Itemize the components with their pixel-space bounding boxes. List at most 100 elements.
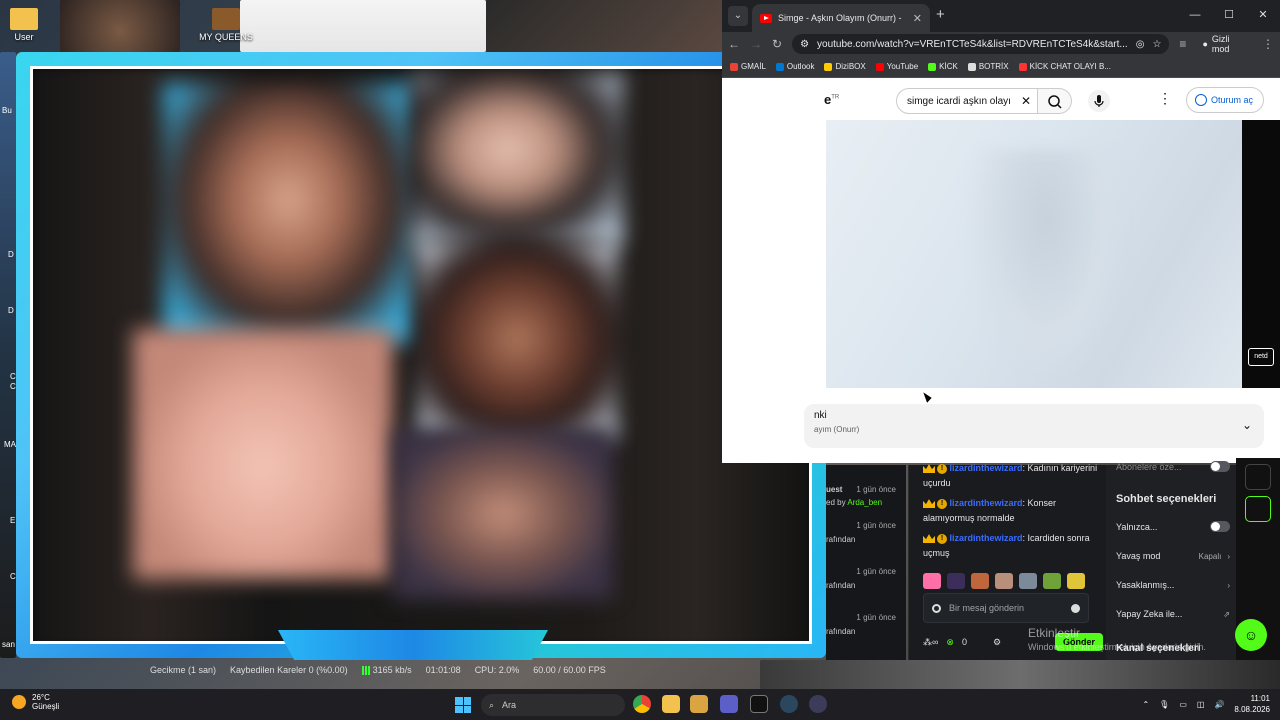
sign-in-button[interactable]: Oturum aç: [1186, 87, 1264, 113]
bookmark-item[interactable]: GMAİL: [730, 62, 766, 71]
bookmark-item[interactable]: KİCK CHAT OLAYI B...: [1018, 62, 1111, 71]
followers-toggle[interactable]: [1210, 521, 1230, 532]
bookmark-item[interactable]: YouTube: [875, 62, 919, 71]
menu-icon[interactable]: ⋮: [1262, 37, 1274, 51]
chevron-right-icon: ›: [1227, 580, 1230, 590]
coin-badge-icon: !: [937, 498, 947, 509]
star-icon[interactable]: ☆: [1152, 39, 1161, 50]
forward-button[interactable]: →: [750, 37, 762, 51]
desktop-icon-user[interactable]: User: [0, 8, 52, 42]
bookmark-item[interactable]: Outlook: [775, 62, 814, 71]
teams-icon[interactable]: [720, 695, 738, 713]
chevron-down-icon[interactable]: ⌄: [1242, 418, 1252, 432]
bookmark-item[interactable]: BOTRİX: [967, 62, 1009, 71]
desktop-fragment: D: [8, 306, 14, 315]
points-count: 0: [961, 637, 967, 647]
site-info-icon[interactable]: ⚙: [800, 39, 809, 50]
slow-mode-row[interactable]: Yavaş mod Kapalı ›: [1116, 551, 1230, 561]
help-chat-button[interactable]: ☺: [1235, 619, 1267, 651]
mic-icon[interactable]: 🎙: [1159, 700, 1169, 709]
search-button[interactable]: [1038, 88, 1072, 114]
volume-icon[interactable]: 🔊: [1214, 700, 1224, 709]
voice-search-button[interactable]: [1088, 90, 1110, 112]
reload-button[interactable]: ↻: [772, 37, 782, 51]
eye-off-icon[interactable]: ◎: [1136, 39, 1145, 50]
subscribers-toggle[interactable]: [1210, 461, 1230, 472]
bookmark-item[interactable]: KİCK: [928, 62, 958, 71]
emoji-icon[interactable]: [1071, 603, 1080, 613]
bookmark-favicon-icon: [775, 62, 784, 71]
epic-games-icon[interactable]: [750, 695, 768, 713]
emote-icon[interactable]: [947, 573, 965, 589]
desktop-icon-my-queens[interactable]: MY QUEENS: [198, 8, 254, 42]
more-options-icon[interactable]: ⋮: [1158, 90, 1172, 107]
search-input[interactable]: simge icardi aşkın olayı ✕: [896, 88, 1038, 114]
media-controls-icon[interactable]: ≡: [1179, 37, 1186, 51]
playlist-panel[interactable]: nki ayım (Onurr) ⌄: [804, 404, 1264, 448]
bookmark-item[interactable]: DiziBOX: [824, 62, 866, 71]
subscribers-only-row[interactable]: Abonelere öze...: [1116, 461, 1230, 472]
stream-overlay-frame: [16, 52, 826, 660]
desktop-photo-3: [486, 0, 722, 52]
emote-icon[interactable]: [971, 573, 989, 589]
emote-icon[interactable]: [995, 573, 1013, 589]
new-tab-button[interactable]: +: [936, 6, 945, 23]
video-player[interactable]: netd: [826, 120, 1280, 388]
taskbar-search[interactable]: ⌕ Ara: [481, 694, 625, 716]
emote-icon[interactable]: [1067, 573, 1085, 589]
close-icon[interactable]: ✕: [913, 12, 922, 25]
youtube-logo[interactable]: eTR: [824, 92, 839, 107]
tab-youtube[interactable]: Simge - Aşkın Olayım (Onurr) - ✕: [752, 4, 930, 32]
weather-widget[interactable]: 26°C Güneşli: [12, 693, 59, 711]
banned-words-row[interactable]: Yasaklanmış... ›: [1116, 580, 1230, 590]
clock[interactable]: 11:01 8.08.2026: [1234, 693, 1270, 715]
bookmarks-bar: GMAİL Outlook DiziBOX YouTube KİCK BOTRİX KİCK…: [722, 56, 1280, 78]
start-button[interactable]: [455, 697, 471, 713]
emote-icon[interactable]: [923, 573, 941, 589]
gear-icon[interactable]: ⚙: [993, 637, 1001, 648]
obs-time: 01:01:08: [425, 665, 461, 675]
chrome-icon[interactable]: [633, 695, 651, 713]
window-controls: — ☐ ✕: [1178, 0, 1280, 30]
tab-search-button[interactable]: ⌄: [728, 6, 748, 26]
desktop-icon-label: MY QUEENS: [199, 32, 253, 42]
file-explorer-icon[interactable]: [662, 695, 680, 713]
reply-icon: [932, 603, 941, 613]
bookmark-favicon-icon: [824, 62, 833, 71]
display-icon[interactable]: ▭: [1179, 700, 1187, 709]
wrench-icon[interactable]: [1245, 496, 1271, 522]
coin-badge-icon: !: [937, 463, 947, 474]
chevron-up-icon[interactable]: ⌃: [1142, 700, 1149, 709]
system-tray: ⌃ 🎙 ▭ ◫ 🔊 11:01 8.08.2026: [1142, 693, 1270, 715]
users-icon[interactable]: ⁂∞: [923, 637, 938, 648]
back-button[interactable]: ←: [728, 37, 740, 51]
address-bar[interactable]: ⚙ youtube.com/watch?v=VREnTCTeS4k&list=R…: [792, 34, 1170, 54]
bookmark-label: YouTube: [886, 62, 919, 71]
app-icon[interactable]: [690, 695, 708, 713]
chat-message: ! lizardinthewizard: Icardiden sonra uçm…: [923, 533, 1090, 558]
steam-icon[interactable]: [780, 695, 798, 713]
chat-rail-button[interactable]: [1245, 464, 1271, 490]
incognito-indicator[interactable]: ● Gizli mod: [1196, 34, 1252, 54]
desktop-icon-label: User: [14, 32, 34, 42]
bookmark-label: BOTRİX: [978, 62, 1009, 71]
close-window-button[interactable]: ✕: [1246, 0, 1280, 30]
clear-search-icon[interactable]: ✕: [1021, 94, 1031, 108]
bookmark-label: DiziBOX: [835, 62, 866, 71]
network-icon[interactable]: ◫: [1197, 700, 1205, 709]
emote-icon[interactable]: [1043, 573, 1061, 589]
chat-message-input[interactable]: Bir mesaj gönderin: [923, 593, 1089, 623]
kick-points-icon[interactable]: ⊗: [946, 637, 954, 648]
maximize-button[interactable]: ☐: [1212, 0, 1246, 30]
emote-icon[interactable]: [1019, 573, 1037, 589]
external-link-icon: ⇗: [1223, 609, 1230, 619]
obs-icon[interactable]: [809, 695, 827, 713]
search-icon: [1048, 95, 1062, 109]
stream-preview: [30, 66, 812, 644]
users-icon[interactable]: [1245, 534, 1271, 560]
ai-moderation-row[interactable]: Yapay Zeka ile... ⇗: [1116, 609, 1230, 619]
minimize-button[interactable]: —: [1178, 0, 1212, 30]
bookmark-label: GMAİL: [741, 62, 766, 71]
followers-only-row[interactable]: Yalnızca...: [1116, 521, 1230, 532]
obs-dropped-frames: Kaybedilen Kareler 0 (%0.00): [230, 665, 348, 675]
